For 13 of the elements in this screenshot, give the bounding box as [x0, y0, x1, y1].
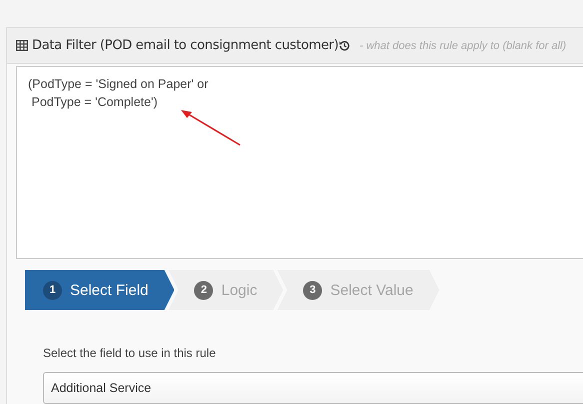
wizard-step[interactable]: 2 Logic — [168, 270, 284, 310]
wizard-step[interactable]: 3 Select Value — [277, 270, 440, 310]
step-number: 1 — [43, 280, 62, 300]
step-number: 3 — [303, 280, 322, 300]
field-prompt: Select the field to use in this rule — [43, 346, 216, 360]
history-icon[interactable] — [338, 40, 350, 51]
step-number: 2 — [194, 280, 214, 300]
table-icon — [16, 40, 28, 51]
wizard-step[interactable]: 1 Select Field — [25, 270, 174, 310]
panel-hint: - what does this rule apply to (blank for all) — [360, 40, 566, 52]
field-select[interactable]: Additional Service — [43, 372, 583, 404]
filter-input[interactable]: (PodType = 'Signed on Paper' or PodType = 'Complete') — [16, 66, 583, 259]
panel-title: Data Filter (POD email to consignment customer) — [32, 38, 338, 53]
